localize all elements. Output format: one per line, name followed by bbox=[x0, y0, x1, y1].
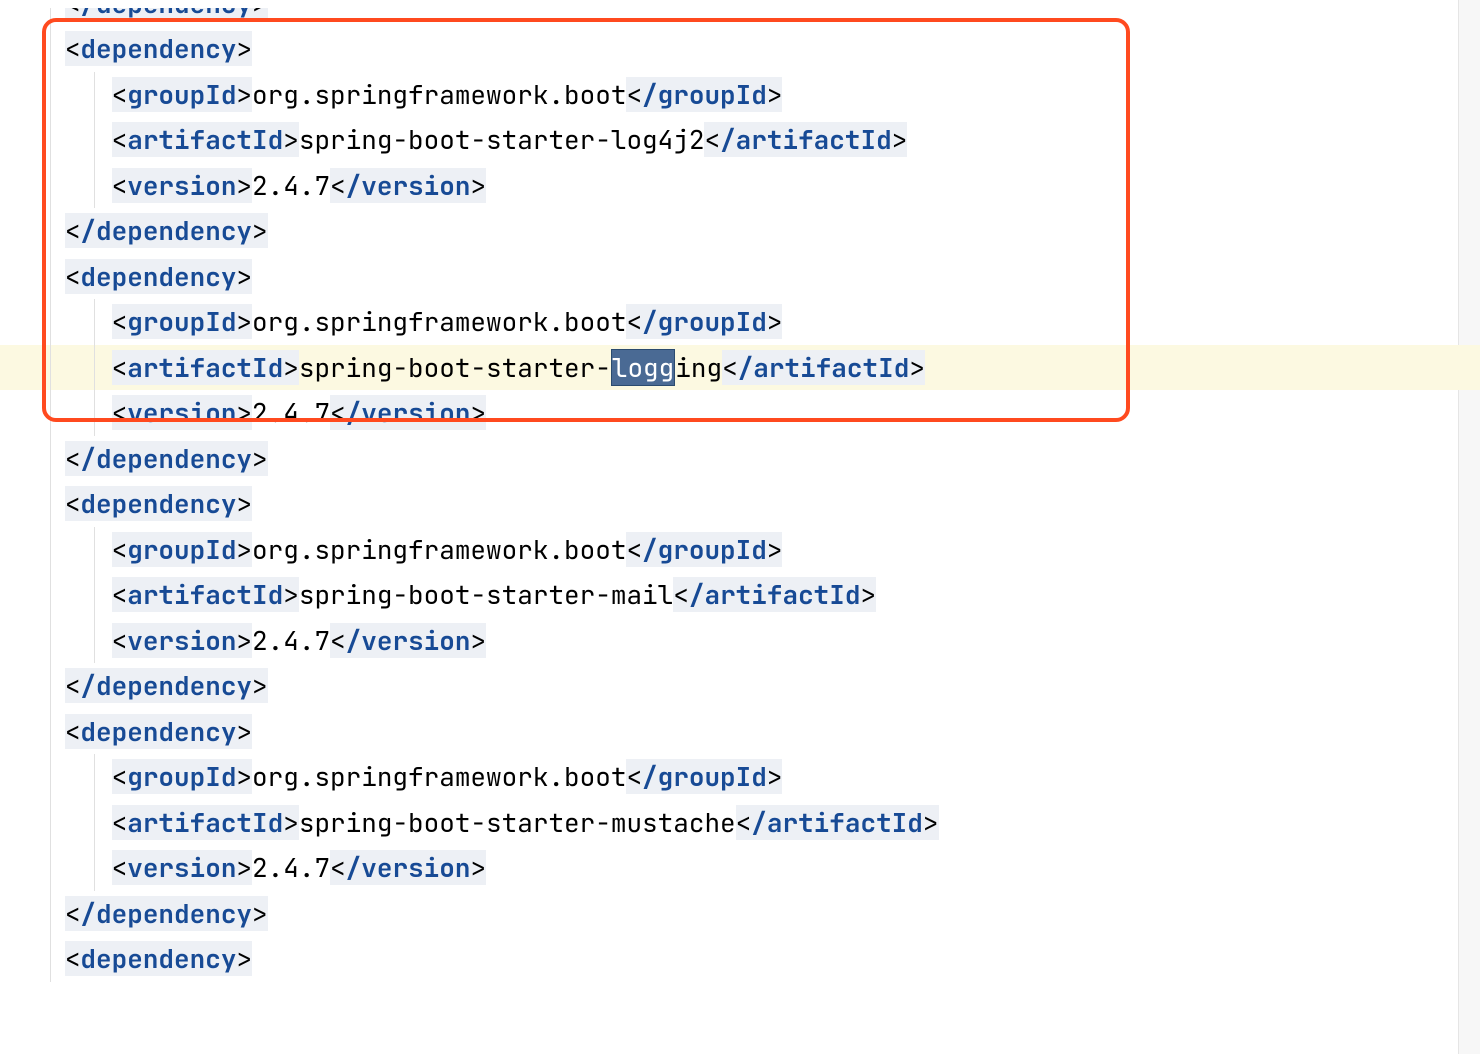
code-line[interactable]: </dependency> bbox=[0, 436, 1480, 482]
code-line[interactable]: <artifactId>spring-boot-starter-log4j2</… bbox=[0, 117, 1480, 163]
code-line[interactable]: <version>2.4.7</version> bbox=[0, 845, 1480, 891]
code-line[interactable]: </dependency> bbox=[0, 208, 1480, 254]
code-editor[interactable]: </dependency> <dependency> <groupId>org.… bbox=[0, 8, 1480, 982]
code-line[interactable]: <groupId>org.springframework.boot</group… bbox=[0, 299, 1480, 345]
code-line[interactable]: </dependency> bbox=[0, 891, 1480, 937]
code-line[interactable]: <version>2.4.7</version> bbox=[0, 390, 1480, 436]
code-line[interactable]: <artifactId>spring-boot-starter-mail</ar… bbox=[0, 572, 1480, 618]
code-line[interactable]: </dependency> bbox=[0, 663, 1480, 709]
code-line[interactable]: <dependency> bbox=[0, 709, 1480, 755]
code-line[interactable]: <dependency> bbox=[0, 481, 1480, 527]
code-line[interactable]: <dependency> bbox=[0, 254, 1480, 300]
code-line[interactable]: <version>2.4.7</version> bbox=[0, 618, 1480, 664]
code-line[interactable]: <groupId>org.springframework.boot</group… bbox=[0, 754, 1480, 800]
code-line[interactable]: <version>2.4.7</version> bbox=[0, 163, 1480, 209]
code-line[interactable]: <groupId>org.springframework.boot</group… bbox=[0, 527, 1480, 573]
code-line[interactable]: <dependency> bbox=[0, 936, 1480, 982]
text-selection: logg bbox=[611, 349, 675, 386]
code-line[interactable]: <artifactId>spring-boot-starter-logging<… bbox=[0, 345, 1480, 391]
code-line[interactable]: <groupId>org.springframework.boot</group… bbox=[0, 72, 1480, 118]
code-line[interactable]: <dependency> bbox=[0, 26, 1480, 72]
code-line[interactable]: <artifactId>spring-boot-starter-mustache… bbox=[0, 800, 1480, 846]
